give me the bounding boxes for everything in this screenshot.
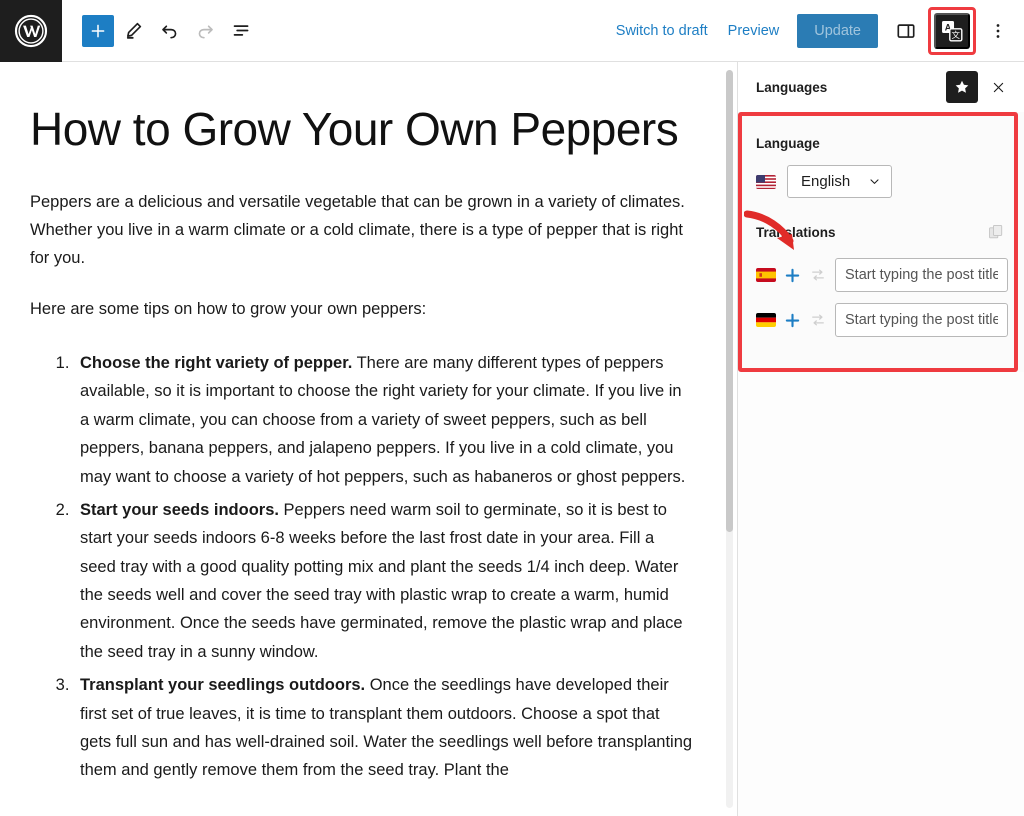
more-options-button[interactable] (980, 13, 1016, 49)
document-overview-icon (231, 20, 252, 41)
list-item[interactable]: Start your seeds indoors. Peppers need w… (74, 496, 693, 666)
list-item-body: Peppers need warm soil to germinate, so … (80, 501, 683, 661)
link-spanish-translation-button[interactable] (809, 266, 827, 284)
paragraph-block-intro[interactable]: Peppers are a delicious and versatile ve… (30, 188, 693, 273)
list-view-button[interactable] (224, 14, 258, 48)
languages-sidebar: Languages Language (737, 62, 1024, 816)
redo-button[interactable] (188, 14, 222, 48)
translation-row-german (756, 303, 1008, 337)
toolbar-left-tools (82, 14, 258, 48)
redo-icon (195, 20, 216, 41)
sidebar-title: Languages (756, 80, 827, 95)
ordered-list-block[interactable]: Choose the right variety of pepper. Ther… (30, 349, 693, 785)
language-select[interactable]: English (787, 165, 892, 198)
sidebar-header: Languages (738, 62, 1024, 112)
language-section-label: Language (756, 136, 1008, 151)
add-block-button[interactable] (82, 15, 114, 47)
translation-row-spanish (756, 258, 1008, 292)
flag-es-icon (756, 268, 776, 282)
preview-button[interactable]: Preview (718, 15, 790, 47)
wordpress-editor-screen: Switch to draft Preview Update A 文 (0, 0, 1024, 816)
languages-panel: Language English Trans (738, 112, 1024, 372)
paragraph-block-tips-lead[interactable]: Here are some tips on how to grow your o… (30, 295, 693, 323)
toolbar-right-actions: Switch to draft Preview Update A 文 (606, 7, 1024, 55)
pencil-icon (123, 20, 144, 41)
tools-button[interactable] (116, 14, 150, 48)
list-item[interactable]: Transplant your seedlings outdoors. Once… (74, 671, 693, 785)
list-item-lead: Choose the right variety of pepper. (80, 354, 352, 372)
german-translation-title-input[interactable] (835, 303, 1008, 337)
translations-section-header: Translations (756, 220, 1008, 244)
settings-sidebar-toggle-button[interactable] (888, 13, 924, 49)
pin-panel-button[interactable] (946, 71, 978, 103)
list-item[interactable]: Choose the right variety of pepper. Ther… (74, 349, 693, 491)
wordpress-logo-icon (14, 14, 48, 48)
list-item-body: There are many different types of pepper… (80, 354, 685, 486)
kebab-menu-icon (988, 21, 1008, 41)
copy-icon (987, 223, 1005, 241)
add-spanish-translation-button[interactable] (784, 266, 801, 284)
plus-icon (89, 22, 107, 40)
undo-button[interactable] (152, 14, 186, 48)
close-icon (991, 80, 1006, 95)
close-sidebar-button[interactable] (984, 73, 1012, 101)
flag-us-icon (756, 175, 776, 189)
plus-icon (784, 312, 801, 329)
list-item-lead: Transplant your seedlings outdoors. (80, 676, 365, 694)
update-button[interactable]: Update (797, 14, 878, 48)
post-editor-canvas[interactable]: How to Grow Your Own Peppers Peppers are… (0, 62, 737, 816)
post-title-block[interactable]: How to Grow Your Own Peppers (30, 104, 693, 156)
sync-link-icon (809, 267, 827, 283)
language-select-value: English (801, 173, 850, 190)
add-german-translation-button[interactable] (784, 311, 801, 329)
translate-languages-button[interactable]: A 文 (934, 13, 970, 49)
plus-icon (784, 267, 801, 284)
spanish-translation-title-input[interactable] (835, 258, 1008, 292)
chevron-down-icon (868, 175, 881, 188)
translations-section-label: Translations (756, 225, 836, 240)
sync-link-icon (809, 312, 827, 328)
wordpress-logo-button[interactable] (0, 0, 62, 62)
link-german-translation-button[interactable] (809, 311, 827, 329)
switch-to-draft-button[interactable]: Switch to draft (606, 15, 718, 47)
sidebar-header-actions (946, 71, 1012, 103)
translate-icon: A 文 (940, 19, 964, 43)
copy-from-original-button[interactable] (984, 220, 1008, 244)
flag-de-icon (756, 313, 776, 327)
undo-icon (159, 20, 180, 41)
svg-text:文: 文 (952, 30, 961, 41)
language-selector-row: English (756, 165, 1008, 198)
sidebar-panel-icon (895, 20, 917, 42)
editor-top-toolbar: Switch to draft Preview Update A 文 (0, 0, 1024, 62)
editor-scrollbar-thumb[interactable] (726, 70, 733, 532)
star-icon (954, 79, 970, 95)
list-item-lead: Start your seeds indoors. (80, 501, 279, 519)
translate-button-wrapper: A 文 (928, 7, 976, 55)
